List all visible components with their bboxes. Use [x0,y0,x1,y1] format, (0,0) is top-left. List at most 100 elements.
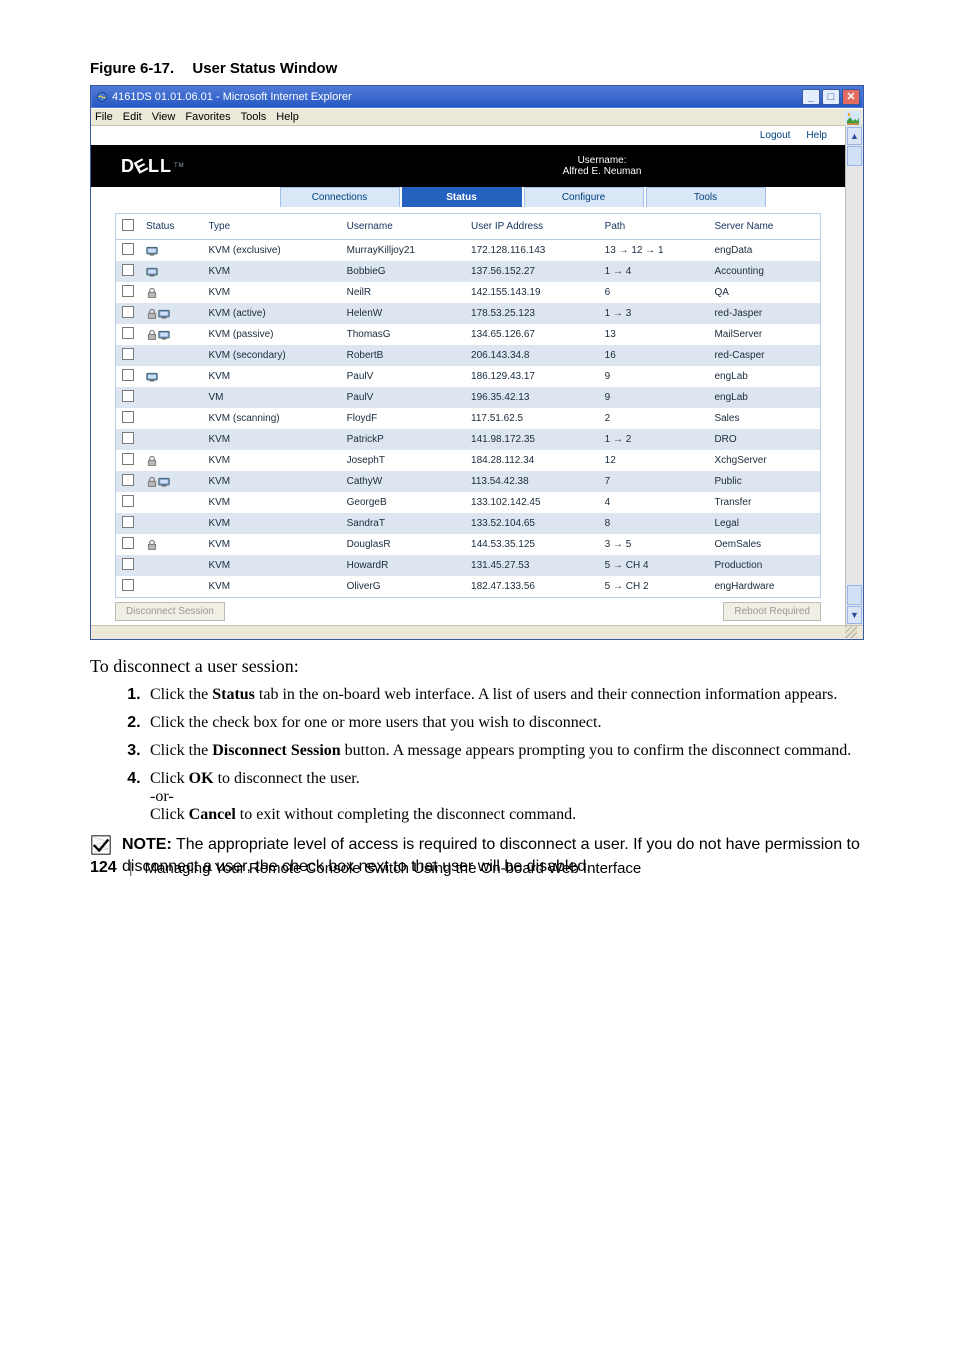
row-server: red-Casper [708,345,820,366]
menu-tools[interactable]: Tools [241,111,267,123]
row-checkbox[interactable] [122,432,134,444]
row-ip: 133.52.104.65 [465,513,599,534]
row-type: KVM [202,513,340,534]
row-ip: 113.54.42.38 [465,471,599,492]
row-status-icons [140,555,202,576]
row-type: KVM [202,450,340,471]
tab-tools[interactable]: Tools [646,187,766,207]
row-checkbox[interactable] [122,243,134,255]
row-ip: 178.53.25.123 [465,303,599,324]
col-status[interactable]: Status [140,214,202,240]
or-divider: -or- [150,788,864,806]
table-row[interactable]: KVMSandraT133.52.104.658Legal [116,513,820,534]
row-ip: 184.28.112.34 [465,450,599,471]
table-row[interactable]: KVMPaulV186.129.43.179engLab [116,366,820,387]
tab-configure[interactable]: Configure [524,187,644,207]
row-status-icons [140,387,202,408]
row-checkbox[interactable] [122,579,134,591]
row-ip: 117.51.62.5 [465,408,599,429]
row-ip: 182.47.133.56 [465,576,599,597]
help-link[interactable]: Help [806,130,827,141]
table-row[interactable]: KVM (passive)ThomasG134.65.126.6713MailS… [116,324,820,345]
table-row[interactable]: KVM (active)HelenW178.53.25.1231 → 3red-… [116,303,820,324]
row-checkbox[interactable] [122,495,134,507]
col-server[interactable]: Server Name [708,214,820,240]
row-path: 1 → 3 [599,303,709,324]
figure-number: Figure 6-17. [90,60,174,77]
menu-view[interactable]: View [152,111,176,123]
row-type: KVM (exclusive) [202,240,340,262]
table-row[interactable]: KVMGeorgeB133.102.142.454Transfer [116,492,820,513]
col-checkbox[interactable] [116,214,140,240]
row-checkbox[interactable] [122,537,134,549]
row-username: JosephT [341,450,465,471]
content-scrollbar[interactable]: ▲ ▼ [845,126,863,625]
col-ip[interactable]: User IP Address [465,214,599,240]
web-page: Logout Help DELLTM Username: Alfred E. N… [91,126,845,625]
maximize-button[interactable]: □ [822,89,840,105]
row-username: BobbieG [341,261,465,282]
table-row[interactable]: KVMHowardR131.45.27.535 → CH 4Production [116,555,820,576]
scroll-up-icon[interactable]: ▲ [847,127,862,145]
note-lead: NOTE: [122,836,172,853]
minimize-button[interactable]: _ [802,89,820,105]
menu-help[interactable]: Help [276,111,299,123]
row-server: Public [708,471,820,492]
table-row[interactable]: KVMJosephT184.28.112.3412XchgServer [116,450,820,471]
row-checkbox[interactable] [122,516,134,528]
row-ip: 141.98.172.35 [465,429,599,450]
table-row[interactable]: VMPaulV196.35.42.139engLab [116,387,820,408]
menu-edit[interactable]: Edit [123,111,142,123]
col-type[interactable]: Type [202,214,340,240]
row-checkbox[interactable] [122,264,134,276]
row-checkbox[interactable] [122,327,134,339]
row-checkbox[interactable] [122,348,134,360]
table-footer-buttons: Disconnect Session Reboot Required [115,602,821,621]
row-type: VM [202,387,340,408]
tab-status[interactable]: Status [402,187,522,207]
reboot-required-button[interactable]: Reboot Required [723,602,821,621]
scroll-thumb-bottom[interactable] [847,585,862,605]
menu-file[interactable]: File [95,111,113,123]
row-type: KVM [202,576,340,597]
row-checkbox[interactable] [122,285,134,297]
table-row[interactable]: KVM (exclusive)MurrayKilljoy21172.128.11… [116,240,820,262]
row-checkbox[interactable] [122,453,134,465]
table-row[interactable]: KVM (secondary)RobertB206.143.34.816red-… [116,345,820,366]
brand-row: DELLTM Username: Alfred E. Neuman [91,145,845,187]
row-checkbox[interactable] [122,306,134,318]
row-type: KVM (passive) [202,324,340,345]
scroll-down-icon[interactable]: ▼ [847,606,862,624]
row-checkbox[interactable] [122,390,134,402]
tab-connections[interactable]: Connections [280,187,400,207]
row-checkbox[interactable] [122,369,134,381]
row-checkbox[interactable] [122,558,134,570]
table-row[interactable]: KVMNeilR142.155.143.196QA [116,282,820,303]
table-row[interactable]: KVMCathyW113.54.42.387Public [116,471,820,492]
col-path[interactable]: Path [599,214,709,240]
row-username: RobertB [341,345,465,366]
row-type: KVM [202,471,340,492]
scroll-thumb-top[interactable] [847,146,862,166]
table-row[interactable]: KVMOliverG182.47.133.565 → CH 2engHardwa… [116,576,820,597]
row-checkbox[interactable] [122,474,134,486]
table-row[interactable]: KVMPatrickP141.98.172.351 → 2DRO [116,429,820,450]
table-row[interactable]: KVMBobbieG137.56.152.271 → 4Accounting [116,261,820,282]
logout-link[interactable]: Logout [760,130,791,141]
col-username[interactable]: Username [341,214,465,240]
row-server: engLab [708,387,820,408]
row-server: Production [708,555,820,576]
row-type: KVM [202,534,340,555]
table-row[interactable]: KVMDouglasR144.53.35.1253 → 5OemSales [116,534,820,555]
menu-favorites[interactable]: Favorites [185,111,230,123]
table-row[interactable]: KVM (scanning)FloydF117.51.62.52Sales [116,408,820,429]
scroll-track[interactable] [846,166,863,585]
row-status-icons [140,408,202,429]
row-server: DRO [708,429,820,450]
tab-row: Connections Status Configure Tools [91,187,845,207]
row-status-icons [140,282,202,303]
close-button[interactable]: ✕ [842,89,860,105]
row-checkbox[interactable] [122,411,134,423]
disconnect-session-button[interactable]: Disconnect Session [115,602,225,621]
resize-grip-icon[interactable] [845,626,857,638]
